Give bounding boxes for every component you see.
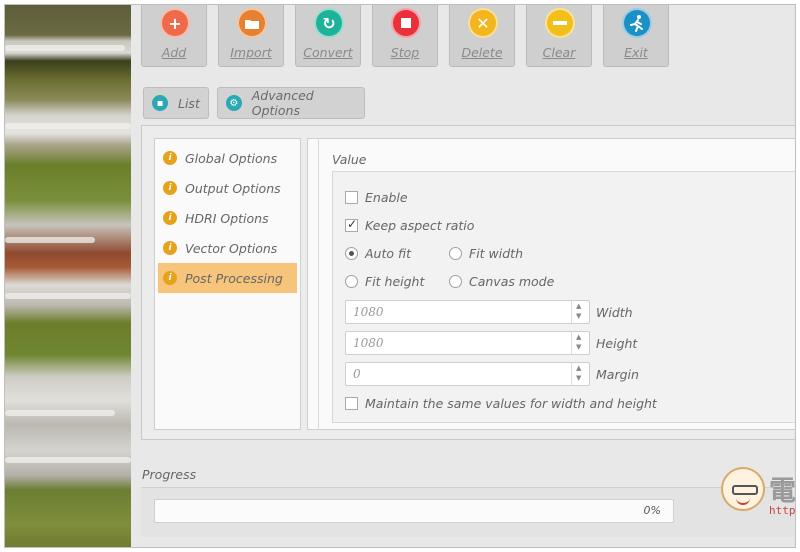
convert-button-label: Convert [303,45,353,60]
chevron-up-icon[interactable]: ▲ [576,302,581,310]
height-stepper-arrows[interactable]: ▲ ▼ [571,332,589,354]
radio-dot [345,275,358,288]
maintain-same-values-checkbox[interactable]: Maintain the same values for width and h… [345,396,657,411]
checkbox-box [345,191,358,204]
add-button-label: Add [161,45,187,60]
options-category-list: i Global Options i Output Options i HDRI… [154,138,301,430]
margin-stepper-arrows[interactable]: ▲ ▼ [571,363,589,385]
canvas-mode-radio[interactable]: Canvas mode [449,274,554,289]
group-title: Value [332,152,367,167]
delete-button-label: Delete [461,45,503,60]
options-panel: i Global Options i Output Options i HDRI… [141,125,795,440]
sidebar-item-vector-options[interactable]: i Vector Options [158,233,297,263]
running-man-icon [622,8,652,38]
chevron-down-icon[interactable]: ▼ [576,312,581,320]
clear-button[interactable]: Clear [526,5,592,67]
exit-button[interactable]: Exit [603,5,669,67]
width-stepper: ▲ ▼ [345,300,590,324]
sidebar-item-label: Output Options [185,180,281,196]
width-stepper-arrows[interactable]: ▲ ▼ [571,301,589,323]
margin-label: Margin [596,367,639,382]
sidebar-item-hdri-options[interactable]: i HDRI Options [158,203,297,233]
enable-label: Enable [365,190,408,205]
keep-aspect-ratio-label: Keep aspect ratio [365,218,475,233]
checkbox-box-checked [345,217,358,232]
enable-checkbox[interactable]: Enable [345,190,408,205]
tab-list-label: List [178,95,200,111]
import-button-label: Import [230,45,272,60]
progress-area: 0% [141,487,795,537]
progress-percent: 0% [643,504,661,517]
sidebar-item-label: Vector Options [185,240,278,256]
progress-bar: 0% [154,499,674,523]
radio-dot [449,275,462,288]
info-bullet-icon: i [163,211,177,225]
sidebar-item-global-options[interactable]: i Global Options [158,143,297,173]
radio-dot [449,247,462,260]
info-bullet-icon: i [163,151,177,165]
folder-icon [237,8,267,38]
list-icon: ▪ [152,95,168,111]
gear-icon: ⚙ [226,95,242,111]
refresh-icon: ↻ [314,8,344,38]
delete-button[interactable]: ✕ Delete [449,5,515,67]
post-processing-settings: Value Enable Keep aspect ratio Auto fit [307,138,795,430]
auto-fit-label: Auto fit [365,246,411,261]
stop-button[interactable]: Stop [372,5,438,67]
plus-icon: + [160,8,190,38]
fit-height-radio[interactable]: Fit height [345,274,424,289]
height-input[interactable] [346,332,570,354]
width-input[interactable] [346,301,570,323]
toolbar: + Add Import ↻ Convert Stop ✕ Delete Cle… [141,5,669,67]
sidebar-item-label: Post Processing [185,270,283,286]
sidebar-item-output-options[interactable]: i Output Options [158,173,297,203]
chevron-down-icon[interactable]: ▼ [576,343,581,351]
sidebar-item-label: HDRI Options [185,210,269,226]
keep-aspect-ratio-checkbox[interactable]: Keep aspect ratio [345,217,475,233]
exit-button-label: Exit [624,45,648,60]
watermark-brand: 電腦王阿達 [769,476,796,507]
convert-button[interactable]: ↻ Convert [295,5,361,67]
tab-list[interactable]: ▪ List [143,87,209,119]
fit-width-label: Fit width [469,246,523,261]
close-icon: ✕ [468,8,498,38]
sidebar-item-label: Global Options [185,150,278,166]
add-button[interactable]: + Add [141,5,207,67]
app-window: + Add Import ↻ Convert Stop ✕ Delete Cle… [4,4,796,548]
divider [318,139,319,429]
stop-icon [391,8,421,38]
height-stepper: ▲ ▼ [345,331,590,355]
minus-icon [545,8,575,38]
fit-height-label: Fit height [365,274,425,289]
value-group: Enable Keep aspect ratio Auto fit Fit wi… [332,171,795,423]
import-button[interactable]: Import [218,5,284,67]
chevron-up-icon[interactable]: ▲ [576,364,581,372]
margin-input[interactable] [346,363,570,385]
clear-button-label: Clear [542,45,576,60]
width-label: Width [596,305,633,320]
checkbox-box [345,397,358,410]
info-bullet-icon: i [163,271,177,285]
stop-button-label: Stop [390,45,420,60]
fit-width-radio[interactable]: Fit width [449,246,523,261]
maintain-same-values-label: Maintain the same values for width and h… [365,396,657,411]
watermark-url: http://www.kocpc.com.tw [769,504,796,517]
canvas-mode-label: Canvas mode [469,274,555,289]
radio-dot-selected [345,247,358,260]
watermark: 電腦王阿達 http://www.kocpc.com.tw [721,467,796,527]
mascot-face-icon [721,467,765,511]
auto-fit-radio[interactable]: Auto fit [345,246,411,261]
margin-stepper: ▲ ▼ [345,362,590,386]
tab-advanced-options[interactable]: ⚙ Advanced Options [217,87,365,119]
chevron-down-icon[interactable]: ▼ [576,374,581,382]
sidebar-item-post-processing[interactable]: i Post Processing [158,263,297,293]
main-content: + Add Import ↻ Convert Stop ✕ Delete Cle… [131,5,796,547]
info-bullet-icon: i [163,241,177,255]
chevron-up-icon[interactable]: ▲ [576,333,581,341]
background-photo [5,5,131,547]
height-label: Height [596,336,638,351]
progress-label: Progress [142,467,197,482]
tab-advanced-options-label: Advanced Options [251,88,314,118]
info-bullet-icon: i [163,181,177,195]
